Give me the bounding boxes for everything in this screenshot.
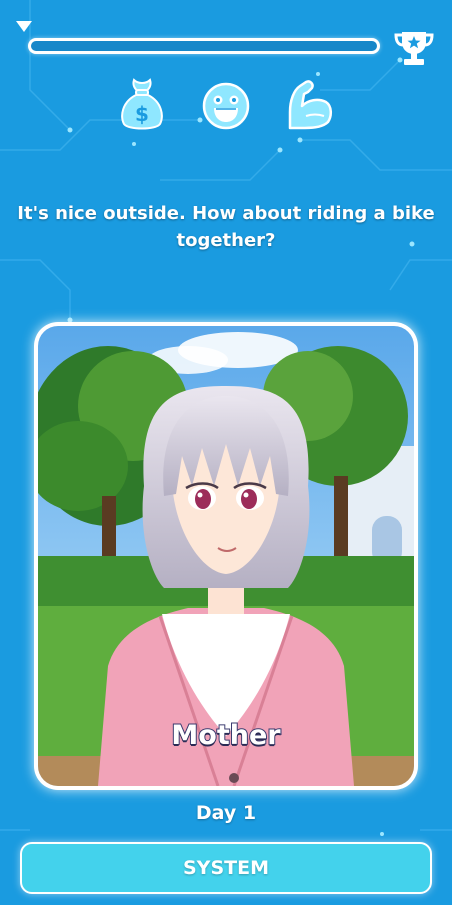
smiley-face-icon: [202, 82, 250, 130]
menu-toggle-icon[interactable]: [14, 18, 34, 34]
trophy-icon[interactable]: [392, 28, 436, 68]
dialogue-question: It's nice outside. How about riding a bi…: [17, 203, 435, 251]
progress-bar: [28, 38, 380, 54]
flexed-arm-icon: [288, 80, 332, 130]
svg-text:$: $: [135, 102, 149, 126]
character-portrait-card: Mother: [34, 322, 418, 790]
money-bag-icon: $: [121, 78, 163, 130]
system-button[interactable]: SYSTEM: [20, 842, 432, 894]
character-portrait: [38, 326, 414, 786]
day-counter: Day 1: [195, 802, 257, 824]
character-name: Mother: [170, 719, 281, 752]
